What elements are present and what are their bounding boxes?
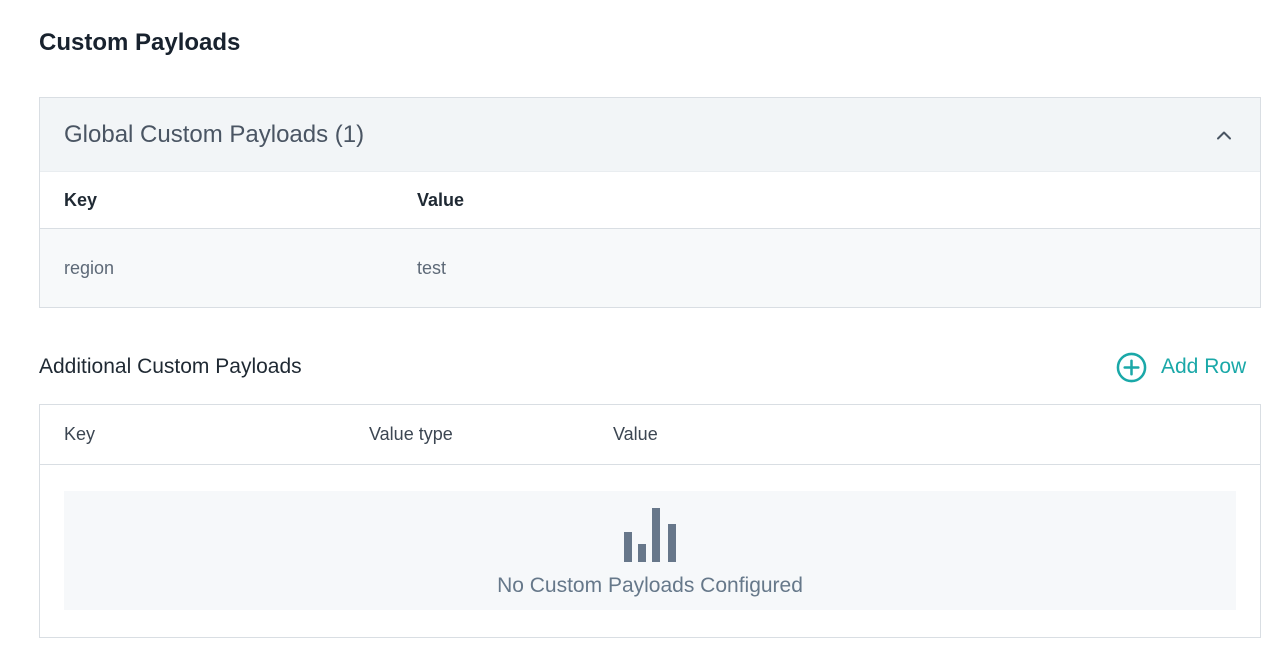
add-row-button[interactable]: Add Row [1116, 351, 1246, 383]
row-value: test [417, 257, 447, 278]
global-table-header: Key Value [40, 172, 1260, 229]
empty-state: No Custom Payloads Configured [64, 491, 1236, 610]
plus-circle-icon [1116, 352, 1147, 382]
additional-table-header: Key Value type Value [40, 405, 1260, 465]
global-payloads-header[interactable]: Global Custom Payloads (1) [40, 98, 1260, 172]
additional-payloads-panel: Key Value type Value No Custom Payloads … [39, 404, 1261, 638]
column-header-value-type: Value type [369, 424, 453, 444]
collapse-button[interactable] [1212, 123, 1236, 147]
row-key: region [64, 257, 115, 278]
empty-state-text: No Custom Payloads Configured [497, 574, 803, 597]
add-row-label: Add Row [1161, 355, 1247, 378]
global-payloads-panel: Global Custom Payloads (1) Key Value reg… [39, 97, 1261, 308]
page-title: Custom Payloads [39, 29, 241, 56]
additional-payloads-title: Additional Custom Payloads [39, 355, 302, 378]
column-header-key: Key [64, 189, 98, 210]
column-header-value: Value [417, 189, 465, 210]
column-header-key: Key [64, 424, 96, 444]
column-header-value: Value [613, 424, 658, 444]
table-row: region test [40, 229, 1260, 307]
chevron-up-icon [1217, 131, 1231, 139]
bar-chart-icon [624, 508, 676, 562]
global-payloads-title: Global Custom Payloads (1) [64, 120, 365, 148]
